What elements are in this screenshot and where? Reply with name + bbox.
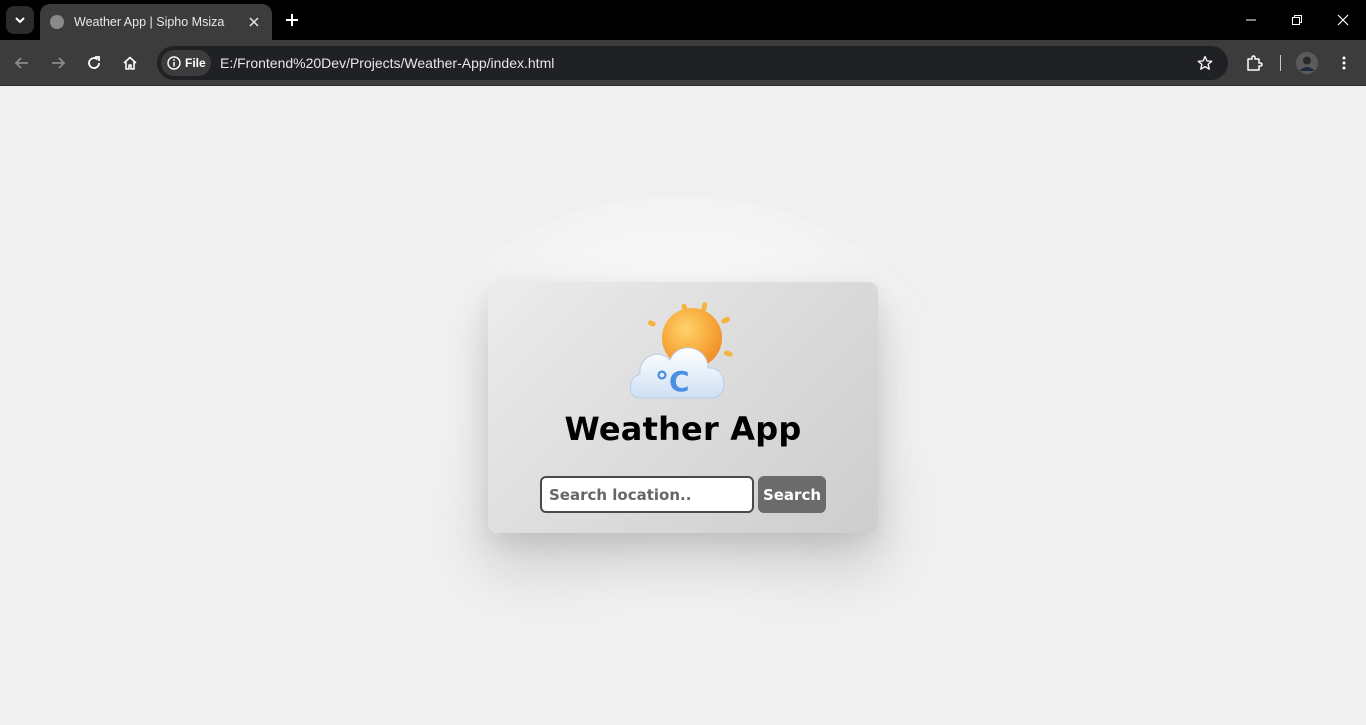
browser-tab-active[interactable]: Weather App | Sipho Msiza	[40, 4, 272, 40]
profile-avatar[interactable]	[1296, 52, 1318, 74]
home-icon	[123, 56, 137, 70]
arrow-right-icon	[52, 57, 66, 69]
close-window-button[interactable]	[1320, 0, 1366, 40]
page-viewport: °C Weather App Search	[0, 87, 1366, 725]
search-button[interactable]: Search	[758, 476, 826, 513]
toolbar-divider	[1280, 55, 1281, 71]
close-icon	[1337, 14, 1349, 26]
minimize-icon	[1246, 19, 1256, 21]
puzzle-icon	[1247, 55, 1263, 71]
restore-icon	[1292, 15, 1302, 25]
tab-search-button[interactable]	[6, 6, 34, 34]
new-tab-button[interactable]	[280, 8, 304, 32]
site-info-chip[interactable]: File	[161, 50, 211, 76]
home-button[interactable]	[116, 49, 144, 77]
address-bar[interactable]: File E:/Frontend%20Dev/Projects/Weather-…	[157, 46, 1228, 80]
tab-strip: Weather App | Sipho Msiza	[0, 0, 1366, 40]
restore-button[interactable]	[1274, 0, 1320, 40]
minimize-button[interactable]	[1228, 0, 1274, 40]
globe-icon	[50, 15, 64, 29]
more-vertical-icon	[1342, 56, 1346, 70]
reload-icon	[88, 56, 100, 69]
bookmark-button[interactable]	[1192, 50, 1218, 76]
tab-title: Weather App | Sipho Msiza	[74, 15, 225, 29]
plus-icon	[286, 14, 298, 26]
url-text[interactable]: E:/Frontend%20Dev/Projects/Weather-App/i…	[220, 55, 554, 71]
page-title: Weather App	[564, 410, 802, 448]
extensions-button[interactable]	[1240, 49, 1268, 77]
reload-button[interactable]	[80, 49, 108, 77]
star-icon	[1197, 55, 1213, 70]
tab-close-button[interactable]	[246, 14, 262, 30]
site-chip-label: File	[185, 56, 206, 70]
arrow-left-icon	[14, 57, 28, 69]
browser-menu-button[interactable]	[1330, 49, 1358, 77]
info-icon	[167, 56, 181, 70]
search-input[interactable]	[540, 476, 754, 513]
browser-toolbar: File E:/Frontend%20Dev/Projects/Weather-…	[0, 40, 1366, 86]
weather-card: °C Weather App Search	[488, 282, 878, 533]
close-icon	[249, 17, 259, 27]
back-button[interactable]	[8, 49, 36, 77]
forward-button[interactable]	[44, 49, 72, 77]
celsius-text: °C	[655, 365, 690, 398]
chevron-down-icon	[15, 17, 25, 24]
person-icon	[1296, 52, 1318, 74]
sun-cloud-celsius-icon: °C	[630, 302, 733, 399]
